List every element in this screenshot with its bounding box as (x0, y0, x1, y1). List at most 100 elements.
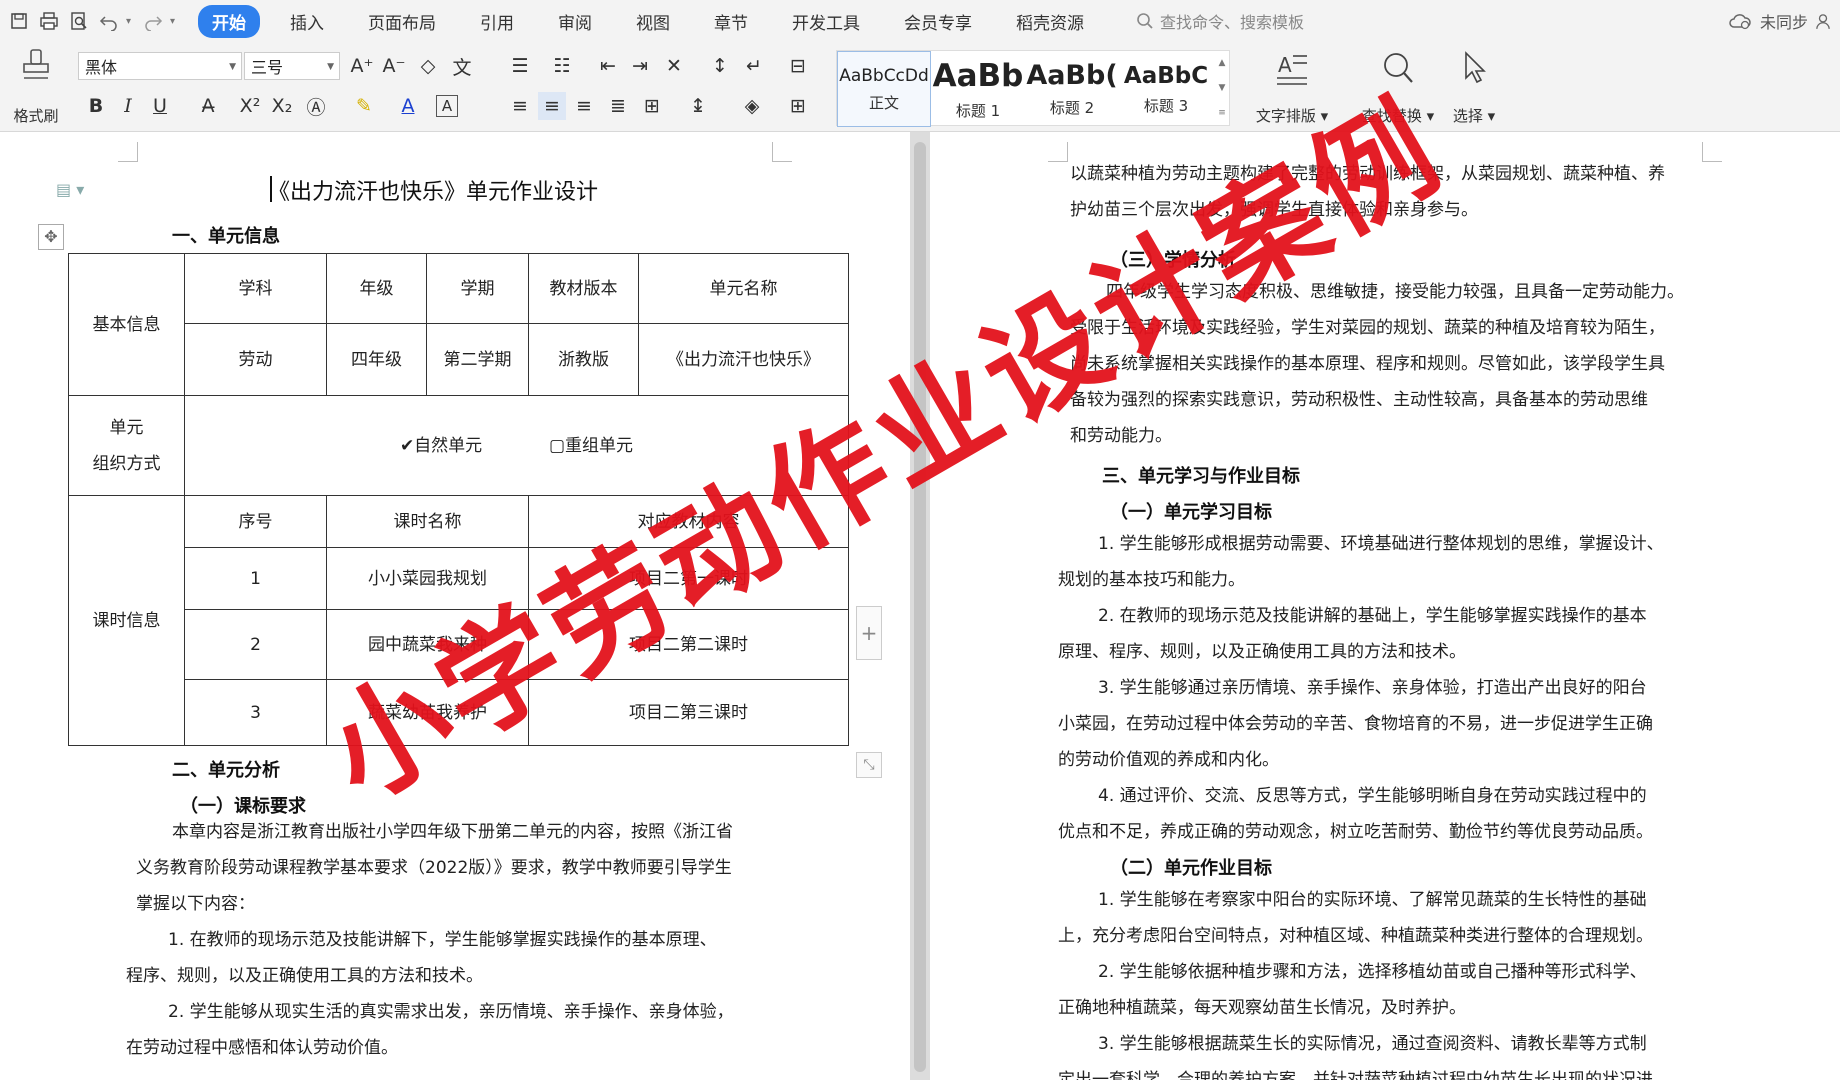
paragraph[interactable]: 小菜园，在劳动过程中体会劳动的辛苦、食物培育的不易，进一步促进学生正确 (1058, 706, 1653, 742)
paragraph[interactable]: 备较为强烈的探索实践意识，劳动积极性、主动性较高，具备基本的劳动思维 (1070, 382, 1648, 418)
tab-home[interactable]: 开始 (198, 4, 260, 38)
select-button[interactable]: 选择 ▾ (1446, 50, 1502, 126)
paragraph[interactable]: 上，充分考虑阳台空间特点，对种植区域、种植蔬菜种类进行整体的合理规划。 (1058, 918, 1653, 954)
table-cell-org-options[interactable]: ✔自然单元 ▢重组单元 (184, 395, 849, 496)
section-goals[interactable]: 三、单元学习与作业目标 (1102, 462, 1300, 488)
expand-styles-icon[interactable]: ≡ (1218, 108, 1226, 118)
paragraph[interactable]: 优点和不足，养成正确的劳动观念，树立吃苦耐劳、勤俭节约等优良劳动品质。 (1058, 814, 1653, 850)
char-border-icon[interactable]: A (436, 95, 458, 117)
table-cell-basic-info[interactable]: 基本信息 (68, 253, 185, 396)
customize-chevron-icon[interactable]: ▾ (170, 16, 180, 27)
font-name-select[interactable]: 黑体 ▼ (78, 52, 242, 80)
underline-icon[interactable]: U (146, 92, 174, 120)
table-header-unit-name[interactable]: 单元名称 (638, 253, 849, 324)
tab-docer-resources[interactable]: 稻壳资源 (1002, 5, 1098, 38)
table-cell-unit-name[interactable]: 《出力流汗也快乐》 (638, 323, 849, 396)
scrollbar-thumb[interactable] (914, 142, 926, 1072)
align-left-icon[interactable]: ≡ (506, 92, 534, 120)
table-cell-content[interactable]: 项目二第三课时 (528, 679, 849, 746)
font-color-icon[interactable]: A (394, 92, 422, 120)
table-cell-org-label[interactable]: 单元 组织方式 (68, 395, 185, 496)
paragraph[interactable]: 原理、程序、规则，以及正确使用工具的方法和技术。 (1058, 634, 1466, 670)
shrink-font-icon[interactable]: A⁻ (380, 52, 408, 80)
table-cell-no[interactable]: 2 (184, 609, 327, 680)
style-normal[interactable]: AaBbCcDd 正文 (837, 51, 931, 127)
justify-icon[interactable]: ≣ (604, 92, 632, 120)
page-left[interactable]: ▤ ▾ ✥ 《出力流汗也快乐》单元作业设计 一、单元信息 基本信息 学科 年级 … (0, 132, 910, 1080)
style-heading-2[interactable]: AaBb( 标题 2 (1025, 51, 1119, 127)
table-of-chars-icon[interactable]: ⊟ (784, 52, 812, 80)
paragraph[interactable]: 1. 在教师的现场示范及技能讲解下，学生能够掌握实践操作的基本原理、 (168, 922, 717, 958)
paragraph[interactable]: 3. 学生能够通过亲历情境、亲手操作、亲身体验，打造出产出良好的阳台 (1098, 670, 1647, 706)
paragraph[interactable]: 2. 在教师的现场示范及技能讲解的基础上，学生能够掌握实践操作的基本 (1098, 598, 1647, 634)
document-outline-icon[interactable]: ▤ ▾ (56, 180, 84, 199)
table-cell-lesson-name[interactable]: 小小菜园我规划 (326, 547, 529, 610)
table-cell-no[interactable]: 3 (184, 679, 327, 746)
subsection-homework-goals[interactable]: （二）单元作业目标 (1110, 854, 1272, 880)
table-header-edition[interactable]: 教材版本 (528, 253, 639, 324)
table-cell-no[interactable]: 1 (184, 547, 327, 610)
style-heading-3[interactable]: AaBbC 标题 3 (1119, 51, 1213, 127)
redo-icon[interactable] (140, 8, 166, 34)
paragraph[interactable]: 2. 学生能够从现实生活的真实需求出发，亲历情境、亲手操作、亲身体验， (168, 994, 734, 1030)
styles-scroll[interactable]: ▲ ▼ ≡ (1214, 50, 1230, 126)
tab-review[interactable]: 审阅 (544, 5, 606, 38)
borders-icon[interactable]: ⊞ (784, 92, 812, 120)
tab-member[interactable]: 会员专享 (890, 5, 986, 38)
align-center-icon[interactable]: ≡ (538, 92, 566, 120)
table-cell-content[interactable]: 项目二第一课时 (528, 547, 849, 610)
table-cell-edition[interactable]: 浙教版 (528, 323, 639, 396)
decrease-indent-icon[interactable]: ⇤ (594, 52, 622, 80)
paragraph[interactable]: 2. 学生能够依据种植步骤和方法，选择移植幼苗或自己播种等形式科学、 (1098, 954, 1647, 990)
tab-developer[interactable]: 开发工具 (778, 5, 874, 38)
paragraph[interactable]: 义务教育阶段劳动课程教学基本要求（2022版）》要求，教学中教师要引导学生 (136, 850, 732, 886)
page-right[interactable]: 以蔬菜种植为劳动主题构建了完整的劳动训练框架，从菜园规划、蔬菜种植、养 护幼苗三… (930, 132, 1840, 1080)
save-icon[interactable] (6, 8, 32, 34)
shading-icon[interactable]: ◈ (738, 92, 766, 120)
table-resize-icon[interactable]: ⤡ (856, 752, 882, 778)
strikethrough-icon[interactable]: A̶ (194, 92, 222, 120)
numbered-list-icon[interactable]: ☷ (548, 52, 576, 80)
table-header-term[interactable]: 学期 (426, 253, 529, 324)
table-cell-lesson-name[interactable]: 蔬菜幼苗我养护 (326, 679, 529, 746)
paragraph[interactable]: 受限于生活环境及实践经验，学生对菜园的规划、蔬菜的种植及培育较为陌生， (1070, 310, 1665, 346)
table-cell-lesson-info[interactable]: 课时信息 (68, 495, 185, 746)
tab-page-layout[interactable]: 页面布局 (354, 5, 450, 38)
natural-unit-checkbox[interactable]: ✔自然单元 (400, 436, 482, 456)
print-icon[interactable] (36, 8, 62, 34)
chevron-up-icon[interactable]: ▲ (1219, 58, 1226, 68)
regroup-unit-checkbox[interactable]: ▢重组单元 (549, 436, 633, 456)
clear-format-icon[interactable]: ◇ (414, 52, 442, 80)
command-search[interactable]: 查找命令、搜索模板 (1136, 9, 1304, 33)
paragraph[interactable]: 4. 通过评价、交流、反思等方式，学生能够明晰自身在劳动实践过程中的 (1098, 778, 1647, 814)
format-painter-button[interactable]: 格式刷 (6, 48, 66, 126)
table-cell-subject[interactable]: 劳动 (184, 323, 327, 396)
table-header-lesson-name[interactable]: 课时名称 (326, 495, 529, 548)
paragraph[interactable]: 和劳动能力。 (1070, 418, 1172, 454)
style-heading-1[interactable]: AaBb 标题 1 (931, 51, 1025, 127)
table-header-no[interactable]: 序号 (184, 495, 327, 548)
paragraph[interactable]: 本章内容是浙江教育出版社小学四年级下册第二单元的内容，按照《浙江省 (172, 814, 733, 850)
line-spacing-icon[interactable]: ↨ (684, 92, 712, 120)
bold-icon[interactable]: B (82, 92, 110, 120)
show-marks-icon[interactable]: ↵ (740, 52, 768, 80)
table-move-handle-icon[interactable]: ✥ (38, 224, 64, 250)
sync-area[interactable]: 未同步 (1728, 0, 1830, 42)
document-title[interactable]: 《出力流汗也快乐》单元作业设计 (268, 174, 598, 206)
italic-icon[interactable]: I (114, 92, 142, 120)
table-header-content[interactable]: 对应教材内容 (528, 495, 849, 548)
paragraph[interactable]: 四年级学生学习态度积极、思维敏捷，接受能力较强，且具备一定劳动能力。 (1106, 274, 1684, 310)
distributed-icon[interactable]: ⊞ (638, 92, 666, 120)
grow-font-icon[interactable]: A⁺ (348, 52, 376, 80)
chevron-down-icon[interactable]: ▼ (1219, 83, 1226, 93)
tab-insert[interactable]: 插入 (276, 5, 338, 38)
tab-references[interactable]: 引用 (466, 5, 528, 38)
unit-info-table[interactable]: 基本信息 学科 年级 学期 教材版本 单元名称 劳动 四年级 第二学期 浙教版 … (68, 253, 849, 746)
paragraph[interactable]: 在劳动过程中感悟和体认劳动价值。 (126, 1030, 398, 1066)
phonetic-guide-icon[interactable]: 文 (448, 52, 476, 80)
add-column-icon[interactable]: + (856, 606, 882, 660)
paragraph[interactable]: 掌握以下内容： (136, 886, 255, 922)
table-header-grade[interactable]: 年级 (326, 253, 427, 324)
vertical-scrollbar[interactable] (910, 132, 930, 1080)
font-size-select[interactable]: 三号 ▼ (244, 52, 340, 80)
